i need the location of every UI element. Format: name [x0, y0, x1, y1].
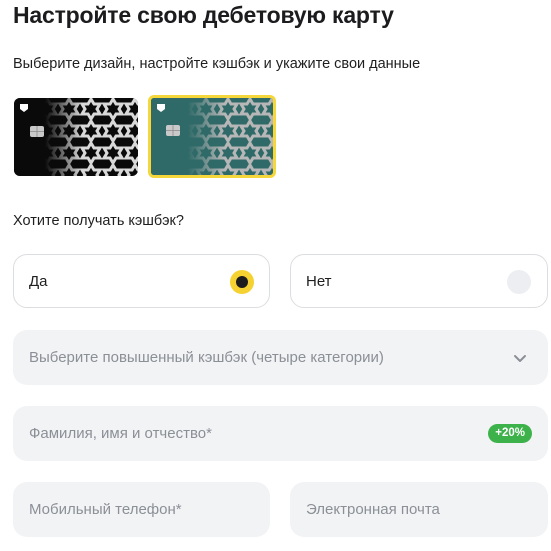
- cashback-question: Хотите получать кэшбэк?: [13, 213, 184, 229]
- full-name-placeholder: Фамилия, имя и отчество*: [29, 425, 212, 442]
- email-placeholder: Электронная почта: [306, 501, 440, 518]
- chip-icon: [166, 125, 180, 136]
- page-subtitle: Выберите дизайн, настройте кэшбэк и укаж…: [13, 56, 421, 72]
- cashback-option-yes-label: Да: [29, 273, 48, 290]
- full-name-field[interactable]: Фамилия, имя и отчество* +20%: [13, 406, 548, 461]
- phone-placeholder: Мобильный телефон*: [29, 501, 182, 518]
- card-pattern-black: [14, 98, 138, 176]
- radio-unselected-icon[interactable]: [507, 270, 531, 294]
- card-design-black[interactable]: [14, 98, 138, 176]
- card-design-green[interactable]: [148, 95, 276, 178]
- email-field[interactable]: Электронная почта: [290, 482, 548, 537]
- cashback-option-yes[interactable]: Да: [13, 254, 270, 308]
- cashback-option-no[interactable]: Нет: [290, 254, 548, 308]
- chip-icon: [30, 126, 44, 137]
- phone-field[interactable]: Мобильный телефон*: [13, 482, 270, 537]
- bonus-badge: +20%: [488, 424, 532, 443]
- radio-selected-icon[interactable]: [230, 270, 254, 294]
- card-setup-page: Настройте свою дебетовую карту Выберите …: [0, 0, 551, 551]
- card-pattern-green: [151, 98, 273, 175]
- page-title: Настройте свою дебетовую карту: [13, 2, 394, 28]
- cashback-category-select[interactable]: Выберите повышенный кэшбэк (четыре катег…: [13, 330, 548, 385]
- chevron-down-icon: [514, 355, 526, 362]
- cashback-option-no-label: Нет: [306, 273, 332, 290]
- cashback-category-placeholder: Выберите повышенный кэшбэк (четыре катег…: [29, 349, 384, 366]
